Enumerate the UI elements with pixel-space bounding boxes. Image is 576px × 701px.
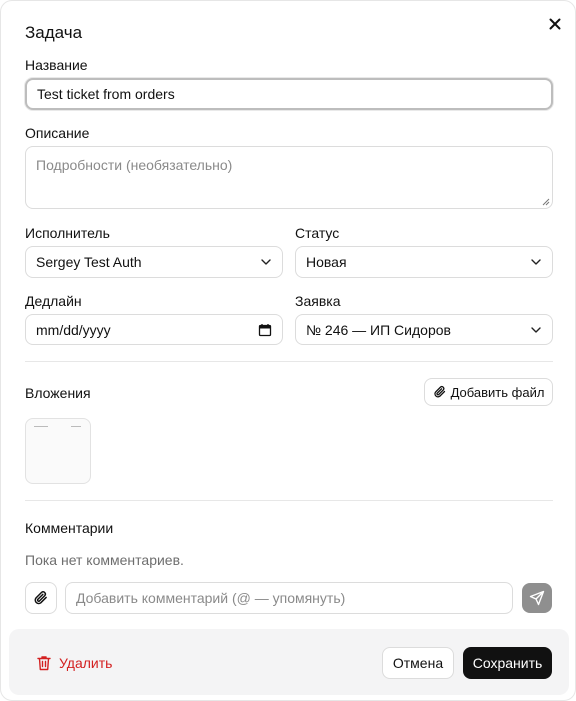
attachment-thumbnail[interactable] [25,418,91,484]
calendar-icon[interactable] [258,323,272,337]
send-comment-button[interactable] [522,583,552,613]
close-icon [549,18,561,30]
thumbnail-line [34,426,48,427]
delete-label: Удалить [59,655,113,671]
comments-empty-text: Пока нет комментариев. [25,552,184,568]
status-value: Новая [306,254,347,270]
description-label: Описание [25,125,90,141]
add-file-label: Добавить файл [450,384,545,400]
deadline-date-input[interactable]: mm/dd/yyyy [25,314,283,345]
divider [25,361,553,362]
paperclip-icon [34,591,47,605]
task-dialog: Задача Название Описание Исполнитель Ser… [0,0,576,701]
comments-label: Комментарии [25,520,114,536]
chevron-down-icon [261,259,271,265]
request-label: Заявка [295,293,341,309]
attach-comment-button[interactable] [25,582,57,614]
save-button[interactable]: Сохранить [463,647,552,679]
assignee-label: Исполнитель [25,225,110,241]
cancel-button[interactable]: Отмена [382,647,454,679]
paperclip-icon [433,385,445,398]
name-label: Название [25,57,88,73]
deadline-label: Дедлайн [25,293,82,309]
name-input[interactable] [25,78,553,110]
dialog-title: Задача [25,23,83,42]
trash-icon [37,656,51,671]
deadline-value: mm/dd/yyyy [36,321,111,338]
resize-grip-icon[interactable] [542,198,550,206]
status-label: Статус [295,225,340,241]
delete-button[interactable]: Удалить [37,651,112,675]
add-file-button[interactable]: Добавить файл [424,378,553,406]
request-select[interactable]: № 246 — ИП Сидоров [295,314,553,345]
comment-input[interactable] [65,582,513,614]
chevron-down-icon [531,326,541,333]
description-textarea[interactable] [25,146,553,209]
assignee-select[interactable]: Sergey Test Auth [25,246,283,278]
chevron-down-icon [531,259,541,265]
status-select[interactable]: Новая [295,246,553,278]
attachments-label: Вложения [25,385,91,401]
thumbnail-line [71,426,81,427]
assignee-value: Sergey Test Auth [36,254,142,270]
request-value: № 246 — ИП Сидоров [306,321,451,338]
divider [25,500,553,501]
send-icon [529,590,545,606]
close-button[interactable] [545,14,565,34]
